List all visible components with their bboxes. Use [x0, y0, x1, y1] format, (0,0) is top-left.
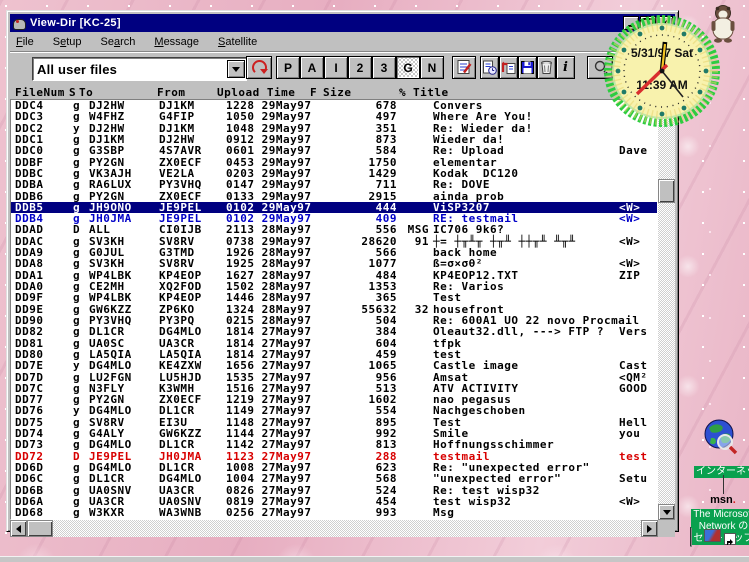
- filter-g-button[interactable]: G: [396, 56, 420, 79]
- edit-note-icon: [456, 59, 473, 76]
- viewdir-window: View-Dir [KC-25] × File Setup Search Mes…: [6, 10, 679, 532]
- col-upload-time: Upload Time: [217, 86, 295, 99]
- filter-a-button[interactable]: A: [300, 56, 324, 79]
- refresh-icon: [252, 60, 267, 75]
- filter-i-button[interactable]: I: [324, 56, 348, 79]
- file-list: DDC4 g DJ2HW DJ1KM 1228 29May97 678 Conv…: [10, 99, 658, 520]
- col-to: To: [79, 86, 93, 99]
- clock-widget: 5/31/97 Sat 11:39 AM: [604, 15, 720, 127]
- col-size: Size: [323, 86, 352, 99]
- horizontal-scrollbar[interactable]: [10, 520, 658, 537]
- scroll-right-button[interactable]: [641, 520, 658, 537]
- internet-globe-icon: [701, 418, 739, 456]
- filter-2-button[interactable]: 2: [348, 56, 372, 79]
- desktop-icon-internet[interactable]: インターネット: [694, 418, 746, 479]
- window-title: View-Dir [KC-25]: [30, 17, 121, 29]
- col-s: S: [69, 86, 76, 99]
- compose-message-icon: [481, 59, 498, 76]
- filter-n-button[interactable]: N: [420, 56, 444, 79]
- refresh-button[interactable]: [246, 56, 272, 79]
- combo-dropdown-button[interactable]: [227, 60, 245, 78]
- arrow-left-icon: [16, 525, 21, 533]
- arrow-right-icon: [647, 525, 652, 533]
- scrollbar-corner: [658, 520, 675, 537]
- filter-p-button[interactable]: P: [276, 56, 300, 79]
- edit-note-button[interactable]: [452, 56, 476, 79]
- shortcut-arrow-icon: [724, 533, 736, 545]
- toolbar: All user files P A I 2 3 G N: [10, 53, 675, 84]
- delete-button[interactable]: [537, 56, 556, 79]
- menu-setup[interactable]: Setup: [53, 36, 82, 48]
- info-button[interactable]: i: [556, 56, 575, 79]
- vertical-scrollbar[interactable]: [658, 99, 675, 520]
- table-row[interactable]: DD68 g W3KXR WA3WNB 0256 27May97 993 Msg: [11, 507, 657, 518]
- scroll-left-button[interactable]: [10, 520, 27, 537]
- app-icon: [12, 17, 26, 30]
- menu-satellite[interactable]: Satellite: [218, 36, 257, 48]
- menu-search[interactable]: Search: [101, 36, 136, 48]
- save-button[interactable]: [518, 56, 537, 79]
- extract-message-button[interactable]: [499, 56, 518, 79]
- menubar: File Setup Search Message Satellite: [10, 33, 675, 52]
- scroll-down-button[interactable]: [658, 504, 675, 520]
- filter-3-button[interactable]: 3: [372, 56, 396, 79]
- vertical-scroll-thumb[interactable]: [658, 179, 675, 203]
- file-filter-value: All user files: [33, 62, 227, 77]
- msn-picture-thumb: [704, 529, 721, 542]
- taskbar-edge[interactable]: [0, 556, 749, 562]
- save-icon: [519, 59, 536, 76]
- penguin-mascot: [708, 4, 738, 44]
- desktop: View-Dir [KC-25] × File Setup Search Mes…: [0, 0, 749, 562]
- desktop-icon-msn-setup[interactable]: msn. The Microsoft Network の セットアップ: [684, 476, 749, 546]
- menu-message[interactable]: Message: [154, 36, 199, 48]
- horizontal-scroll-thumb[interactable]: [27, 520, 53, 537]
- list-header: FileNum S To From Upload Time F Size % T…: [10, 86, 658, 99]
- delete-icon: [538, 59, 555, 76]
- col-title: Title: [413, 86, 449, 99]
- extract-message-icon: [500, 59, 517, 76]
- menu-file[interactable]: File: [16, 36, 34, 48]
- file-filter-combobox[interactable]: All user files: [32, 57, 247, 81]
- chevron-down-icon: [232, 67, 240, 72]
- col-from: From: [157, 86, 186, 99]
- arrow-down-icon: [663, 510, 671, 515]
- col-filenum: FileNum: [15, 86, 65, 99]
- compose-message-button[interactable]: [480, 56, 499, 79]
- col-f: F: [310, 86, 317, 99]
- info-icon: i: [563, 60, 568, 75]
- titlebar[interactable]: View-Dir [KC-25] ×: [10, 14, 675, 32]
- col-percent: %: [399, 86, 406, 99]
- msn-logo: msn.: [684, 494, 749, 507]
